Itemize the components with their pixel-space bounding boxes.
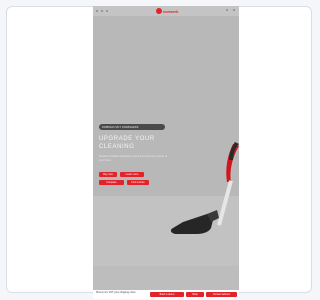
vacuum-tube xyxy=(217,180,233,226)
status-dot-icon xyxy=(96,10,98,12)
status-icons xyxy=(223,9,235,11)
learn-more-button[interactable]: Learn more xyxy=(120,172,144,177)
vacuum-handle-dark xyxy=(229,142,239,160)
contact-advisor-button[interactable]: Contact advisor xyxy=(206,292,237,297)
compare-button[interactable]: Compare xyxy=(99,180,124,185)
status-bar: vorwerk xyxy=(93,6,239,16)
legal-notice: Prices incl. VAT, plus shipping costs xyxy=(96,291,136,294)
product-badge: KOBOLD VK7 CORDLESS xyxy=(99,124,165,130)
logo-mark-icon xyxy=(156,8,162,14)
book-demo-button[interactable]: Book a demo xyxy=(150,292,184,297)
vacuum-product-image xyxy=(170,142,239,234)
status-dot-icon xyxy=(233,9,235,11)
bottom-bar: Prices incl. VAT, plus shipping costs Bo… xyxy=(93,290,239,299)
phone-screen: vorwerk KOBOLD VK7 CORDLESS UPGRADE YOUR… xyxy=(93,6,239,299)
buy-now-button[interactable]: Buy now xyxy=(99,172,117,177)
find-store-button[interactable]: Find a store xyxy=(127,180,149,185)
status-dot-icon xyxy=(101,10,103,12)
brand-name: vorwerk xyxy=(163,8,179,14)
shop-button[interactable]: Shop xyxy=(186,292,204,297)
vacuum-floor-head xyxy=(170,213,214,234)
status-dot-icon xyxy=(226,9,228,11)
status-dot-icon xyxy=(106,10,108,12)
brand-logo[interactable]: vorwerk xyxy=(156,7,178,15)
hero-subtext: Powerful cordless cleaning for every flo… xyxy=(99,155,167,162)
